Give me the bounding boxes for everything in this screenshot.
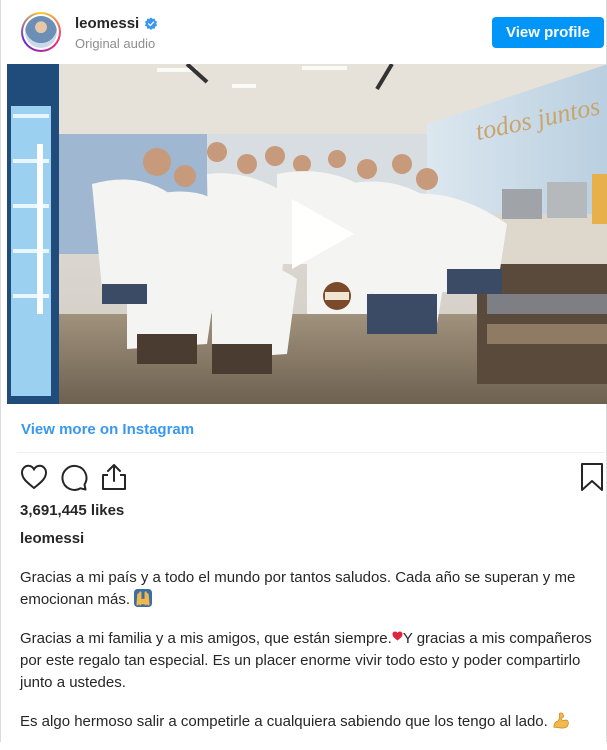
share-icon[interactable] [99,462,129,492]
post-header: leomessi Original audio View profile [1,0,606,64]
raised-hands-emoji [134,589,153,607]
caption-username[interactable]: leomessi [20,530,84,547]
audio-subtitle[interactable]: Original audio [75,36,155,51]
flexed-biceps-emoji [553,712,569,729]
red-heart-emoji [392,631,403,641]
caption-paragraph-3: Es algo hermoso salir a competirle a cua… [20,711,600,733]
avatar-photo [25,16,57,48]
comment-icon[interactable] [58,462,88,492]
avatar[interactable] [21,12,61,52]
username-row: leomessi [75,15,158,32]
caption-paragraph-2: Gracias a mi familia y a mis amigos, que… [20,630,592,691]
view-profile-button[interactable]: View profile [492,17,604,48]
likes-count[interactable]: 3,691,445 likes [20,502,124,519]
username[interactable]: leomessi [75,15,139,32]
post-caption: Gracias a mi país y a todo el mundo por … [20,567,600,750]
view-more-on-instagram-link[interactable]: View more on Instagram [21,421,194,438]
play-icon[interactable] [288,197,358,271]
caption-paragraph-1: Gracias a mi país y a todo el mundo por … [20,569,576,608]
bookmark-icon[interactable] [577,462,607,492]
post-video[interactable]: todos juntos [7,64,607,404]
divider [17,452,604,453]
instagram-embed-card: leomessi Original audio View profile tod… [0,0,607,742]
heart-icon[interactable] [19,462,49,492]
verified-badge-icon [145,16,158,30]
